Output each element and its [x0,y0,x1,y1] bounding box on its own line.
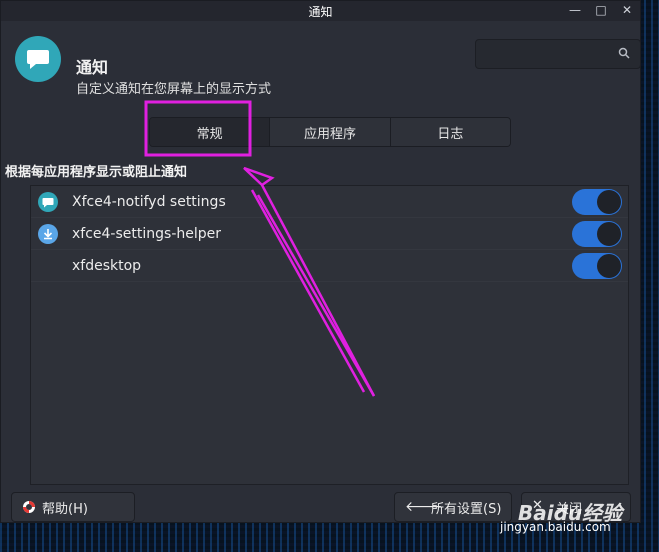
app-name: Xfce4-notifyd settings [72,194,226,210]
tab-general[interactable]: 常规 [150,118,271,146]
title-bar[interactable]: 通知 — □ ✕ [1,1,640,21]
enable-toggle[interactable] [572,221,622,247]
arrow-left-icon: 🡐 [405,499,443,515]
list-item[interactable]: Xfce4-notifyd settings [31,186,628,218]
app-name: xfdesktop [72,258,142,274]
maximize-button[interactable]: □ [594,3,608,17]
close-window-button[interactable]: ✕ [620,3,634,17]
watermark-url: jingyan.baidu.com [500,520,611,534]
enable-toggle[interactable] [572,253,622,279]
notifications-window: 通知 — □ ✕ 通知 自定义通知在您屏幕上的显示方式 常规 应用程序 日志 根… [0,0,641,523]
list-item[interactable]: xfdesktop [31,250,628,282]
page-title: 通知 [76,58,109,77]
tab-applications[interactable]: 应用程序 [270,118,391,146]
app-list: Xfce4-notifyd settings xfce4-settings-he… [30,185,629,485]
minimize-button[interactable]: — [568,3,582,17]
section-label: 根据每应用程序显示或阻止通知 [5,165,188,180]
lifebuoy-icon [23,501,35,513]
enable-toggle[interactable] [572,189,622,215]
all-settings-button[interactable]: 🡐 所有设置(S) [394,492,512,522]
list-item[interactable]: xfce4-settings-helper [31,218,628,250]
app-name: xfce4-settings-helper [72,226,221,242]
search-icon [618,47,630,59]
page-subtitle: 自定义通知在您屏幕上的显示方式 [76,82,272,97]
window-title: 通知 [308,4,333,19]
help-label: 帮助(H) [42,501,88,517]
download-icon [38,224,58,244]
window-controls: — □ ✕ [568,3,634,17]
chat-bubble-icon [38,192,58,212]
chat-bubble-icon [15,36,61,82]
search-input[interactable] [475,39,641,69]
tab-log[interactable]: 日志 [390,118,510,146]
tab-bar: 常规 应用程序 日志 [149,117,511,147]
help-button[interactable]: 帮助(H) [11,492,135,522]
